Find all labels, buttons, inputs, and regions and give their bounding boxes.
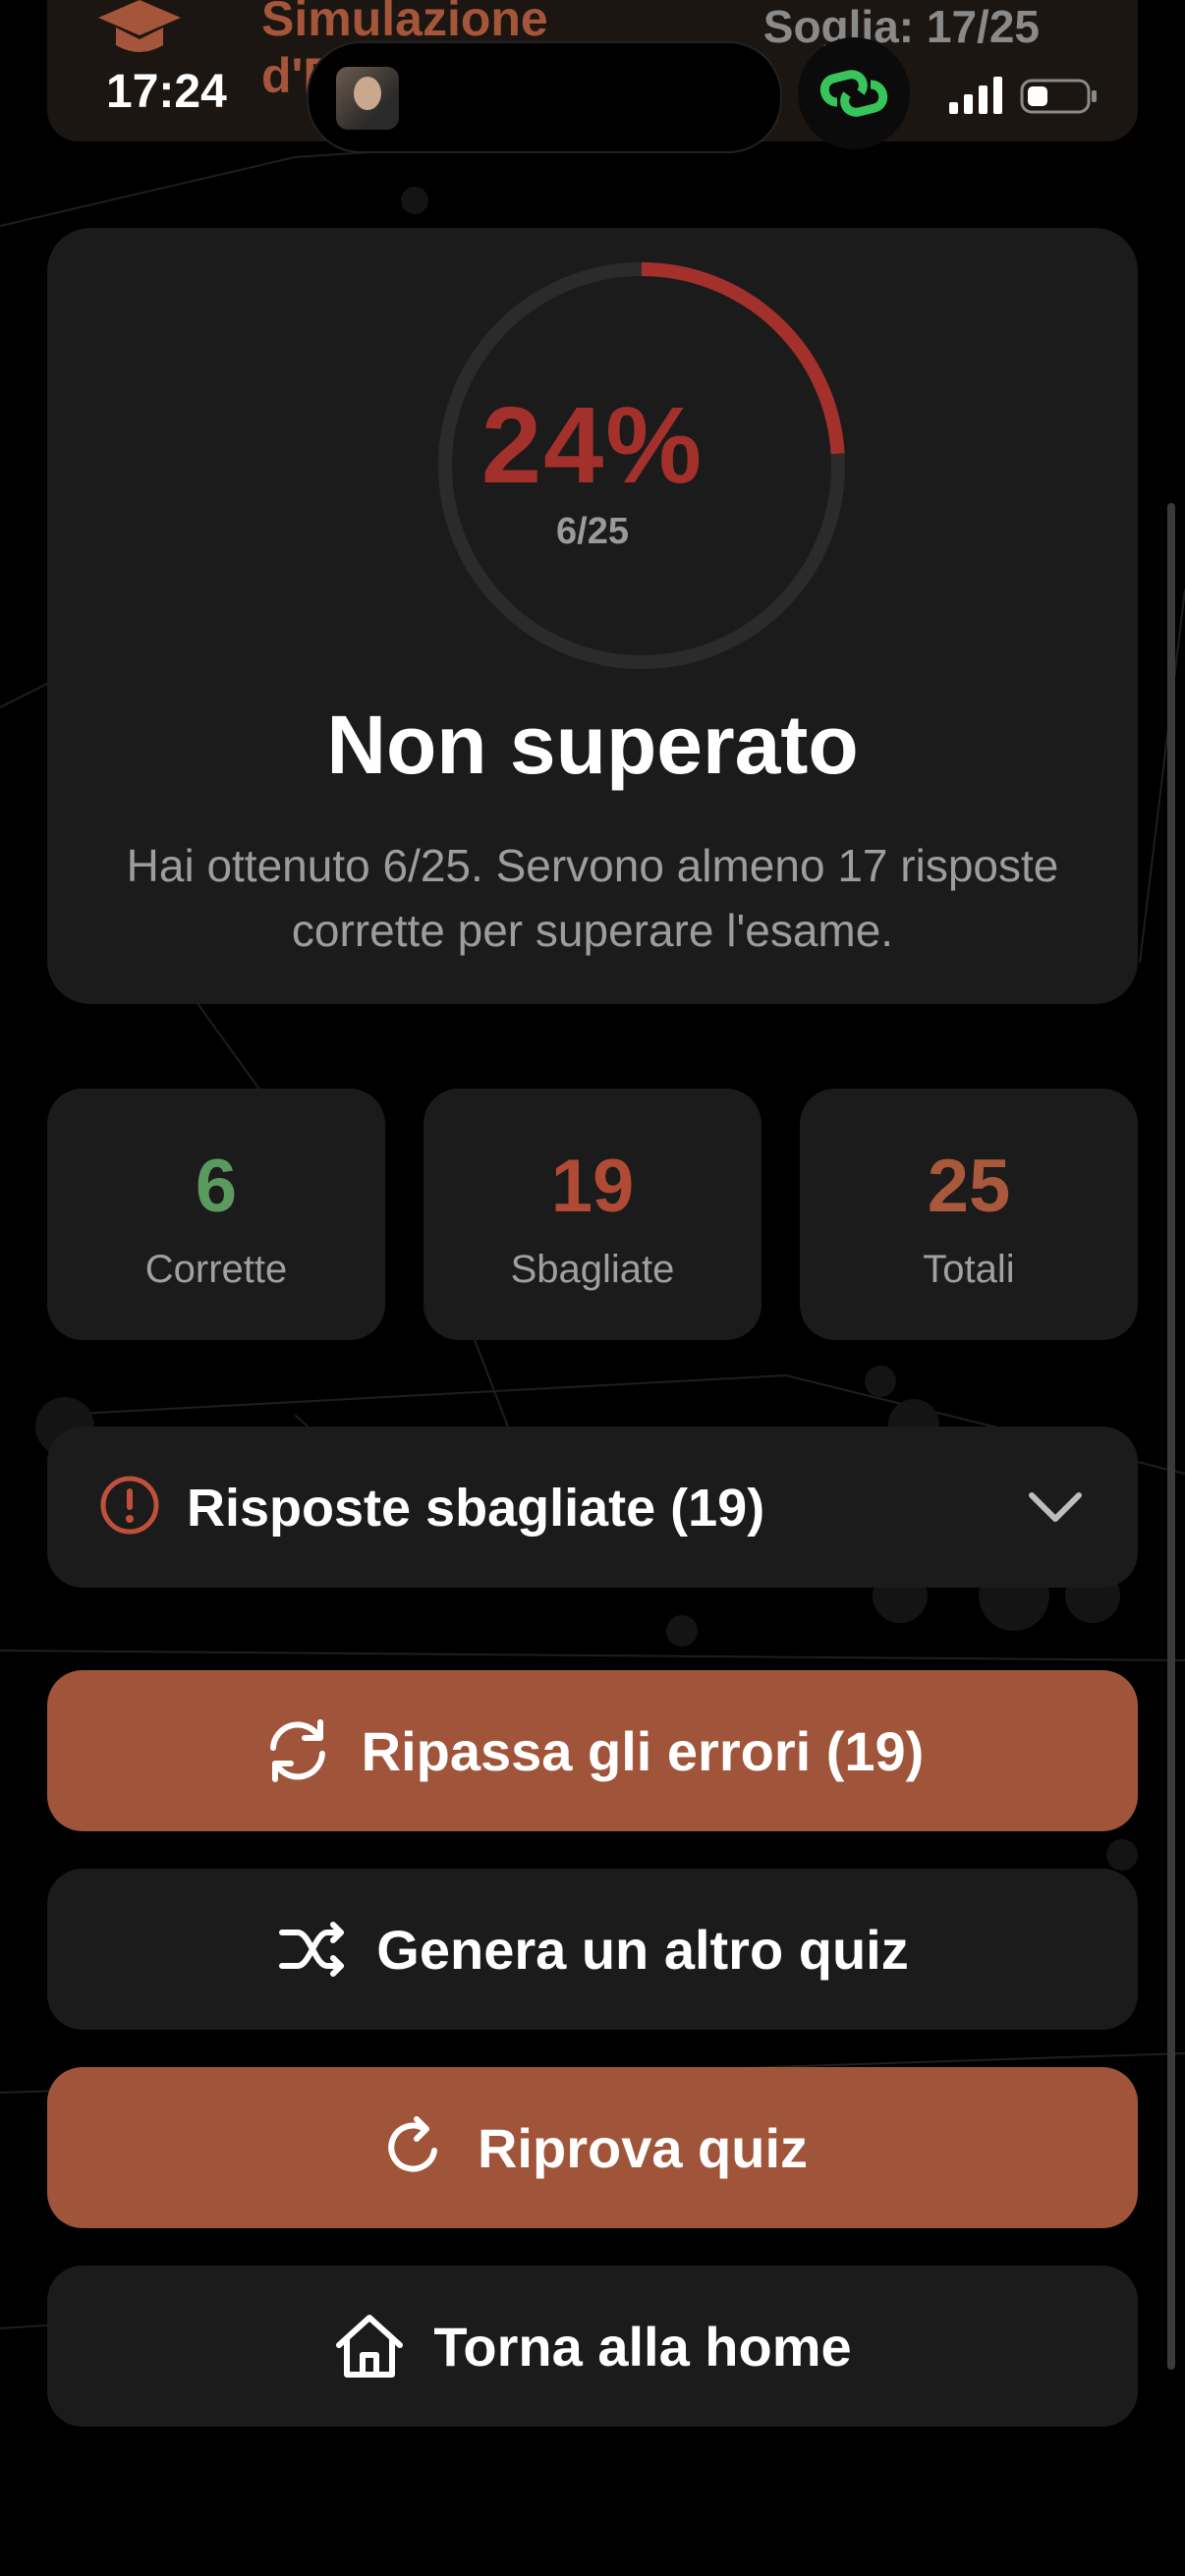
signal-icon: [949, 77, 1002, 114]
rotate-icon: [388, 2116, 437, 2172]
stat-correct: 6 Corrette: [47, 1089, 385, 1340]
retry-quiz-label: Riprova quiz: [477, 2116, 809, 2179]
stat-total-value: 25: [927, 1145, 1011, 1228]
alert-circle-icon: [100, 1476, 159, 1535]
link-bubble: [798, 37, 910, 149]
wrong-answers-toggle[interactable]: Risposte sbagliate (19): [47, 1427, 1138, 1588]
shuffle-icon: [279, 1922, 345, 1977]
graduation-cap-icon: [98, 0, 181, 52]
home-icon: [336, 2315, 404, 2378]
stat-total: 25 Totali: [800, 1089, 1138, 1340]
wrong-answers-label: Risposte sbagliate (19): [187, 1479, 765, 1538]
review-errors-button[interactable]: Ripassa gli errori (19): [47, 1670, 1138, 1831]
score-fraction: 6/25: [556, 511, 629, 552]
result-description: Hai ottenuto 6/25. Servono almeno 17 ris…: [126, 840, 1059, 956]
generate-quiz-button[interactable]: Genera un altro quiz: [47, 1869, 1138, 2030]
stat-total-label: Totali: [923, 1248, 1015, 1291]
dynamic-island: [307, 41, 782, 153]
generate-quiz-label: Genera un altro quiz: [376, 1918, 909, 1981]
battery-icon: [1020, 79, 1097, 114]
chevron-down-icon[interactable]: [1026, 1484, 1085, 1531]
stat-wrong-label: Sbagliate: [510, 1248, 675, 1291]
home-button[interactable]: Torna alla home: [47, 2266, 1138, 2427]
score-percent: 24%: [480, 385, 705, 506]
home-label: Torna alla home: [433, 2315, 852, 2378]
status-time: 17:24: [106, 66, 227, 118]
stat-wrong: 19 Sbagliate: [423, 1089, 762, 1340]
link-icon: [819, 70, 888, 117]
stat-correct-label: Corrette: [144, 1248, 288, 1291]
result-verdict: Non superato: [326, 699, 859, 791]
stat-wrong-value: 19: [550, 1145, 635, 1228]
retry-quiz-button[interactable]: Riprova quiz: [47, 2067, 1138, 2228]
refresh-icon: [269, 1719, 325, 1782]
avatar: [336, 67, 399, 130]
review-errors-label: Ripassa gli errori (19): [361, 1719, 925, 1782]
scrollbar[interactable]: [1167, 503, 1175, 2370]
stat-correct-value: 6: [195, 1145, 238, 1228]
result-card: 24% 6/25 Non superato Hai ottenuto 6/25.…: [47, 228, 1138, 1004]
